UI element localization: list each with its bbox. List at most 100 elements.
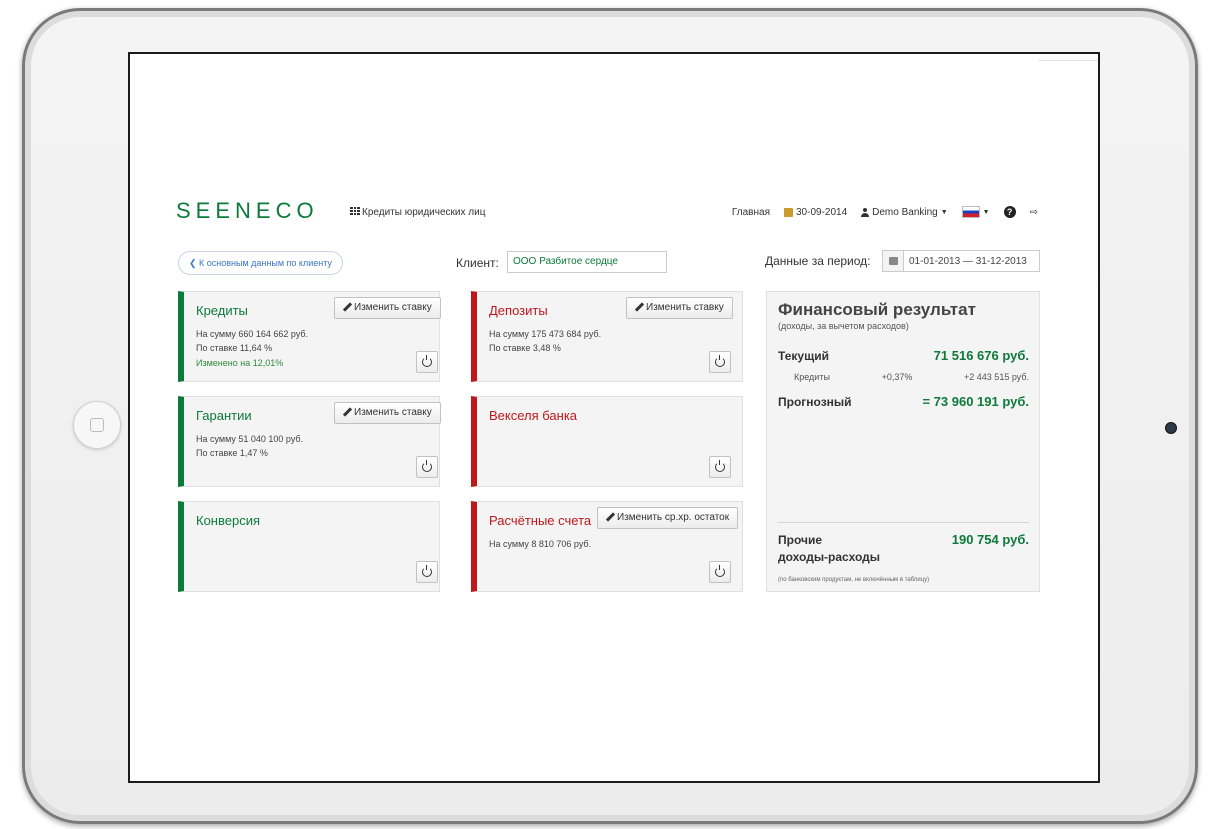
card-rate-changed: Изменено на 12,01% [196,358,284,368]
power-icon [715,355,725,367]
forecast-row: Прогнозный = 73 960 191 руб. [778,394,1029,409]
power-button[interactable] [416,456,438,478]
other-label: Прочие доходы-расходы [778,532,880,566]
financial-result-panel: Финансовый результат (доходы, за вычетом… [766,291,1040,592]
nav-language-menu[interactable]: ▼ [961,206,990,218]
nav-home[interactable]: Главная [732,207,770,218]
credits-breakdown-label: Кредиты [794,372,830,382]
edit-label: Изменить ставку [354,302,432,313]
other-value: 190 754 руб. [951,532,1029,547]
other-label-line1: Прочие [778,533,823,547]
nav-date-label: 30-09-2014 [795,206,848,218]
card-title: Кредиты [196,303,248,318]
nav-date[interactable]: 30-09-2014 [783,206,848,218]
nav-help[interactable]: ? [1003,206,1016,218]
other-row: Прочие доходы-расходы 190 754 руб. [778,532,1029,566]
caret-down-icon: ▼ [940,208,948,216]
power-icon [422,460,432,472]
logout-icon: ⇨ [1029,206,1038,218]
pencil-icon [343,408,351,416]
period-field[interactable]: 01-01-2013 — 31-12-2013 [882,250,1040,272]
home-square-icon [90,418,104,432]
credits-breakdown-pct: +0,37% [881,372,913,382]
section-link[interactable]: Кредиты юридических лиц [350,207,485,218]
current-value: 71 516 676 руб. [933,348,1029,363]
card-guarantees: Гарантии Изменить ставку На сумму 51 040… [178,396,441,487]
calendar-icon [888,257,898,265]
card-title: Гарантии [196,408,252,423]
power-button[interactable] [709,456,731,478]
chevron-left-icon: ❮ [189,258,200,268]
edit-balance-button[interactable]: Изменить ср.хр. остаток [597,507,739,529]
home-button[interactable] [73,401,121,449]
caret-down-icon: ▼ [982,208,990,216]
card-amount: На сумму 175 473 684 руб. [489,329,602,339]
card-amount: На сумму 660 164 662 руб. [196,329,309,339]
current-label: Текущий [778,349,829,363]
card-title: Векселя банка [489,408,578,423]
edit-label: Изменить ставку [646,302,724,313]
card-conversion: Конверсия [178,501,440,592]
forecast-label: Прогнозный [778,395,852,409]
power-icon [422,565,432,577]
top-nav: Главная 30-09-2014 Demo Banking ▼ ▼ ? ⇨ [732,206,1038,218]
power-icon [422,355,432,367]
card-rate: По ставке 3,48 % [489,343,561,353]
grid-icon [350,207,360,216]
client-label: Клиент: [456,256,499,270]
user-icon [861,207,870,217]
power-button[interactable] [709,351,731,373]
pencil-icon [635,303,643,311]
nav-logout[interactable]: ⇨ [1030,207,1038,218]
finance-divider [778,522,1029,523]
top-divider [1038,54,1098,61]
nav-user-label: Demo Banking [872,206,938,218]
card-rate: По ставке 1,47 % [196,448,268,458]
app-logo[interactable]: SEENECO [176,198,319,224]
back-to-client-button[interactable]: ❮ К основным данным по клиенту [178,251,343,275]
russia-flag-icon [961,206,980,218]
calendar-icon [783,207,793,217]
card-title: Расчётные счета [489,513,592,528]
power-button[interactable] [416,351,438,373]
edit-label: Изменить ср.хр. остаток [617,512,730,523]
nav-user-menu[interactable]: Demo Banking ▼ [861,207,948,218]
edit-rate-button[interactable]: Изменить ставку [334,297,441,319]
finance-subtitle: (доходы, за вычетом расходов) [778,321,909,331]
period-label: Данные за период: [765,254,871,268]
card-amount: На сумму 8 810 706 руб. [489,539,592,549]
card-bills: Векселя банка [471,396,743,487]
credits-breakdown-row: Кредиты +0,37% +2 443 515 руб. [778,372,1029,382]
card-deposits: Депозиты Изменить ставку На сумму 175 47… [471,291,743,382]
help-icon: ? [1003,206,1016,218]
current-row: Текущий 71 516 676 руб. [778,348,1029,363]
card-title: Депозиты [489,303,548,318]
credits-breakdown-value: +2 443 515 руб. [964,372,1029,382]
pencil-icon [343,303,351,311]
power-button[interactable] [709,561,731,583]
edit-label: Изменить ставку [354,407,432,418]
pencil-icon [606,513,614,521]
nav-home-label: Главная [731,206,770,218]
power-button[interactable] [416,561,438,583]
card-credits: Кредиты Изменить ставку На сумму 660 164… [178,291,441,382]
period-value: 01-01-2013 — 31-12-2013 [909,255,1027,267]
back-label: К основным данным по клиенту [199,258,332,268]
power-icon [715,565,725,577]
finance-footnote: (по банковским продуктам, не включённым … [778,577,930,583]
power-icon [715,460,725,472]
card-amount: На сумму 51 040 100 руб. [196,434,304,444]
card-accounts: Расчётные счета Изменить ср.хр. остаток … [471,501,743,592]
camera-dot [1165,422,1177,434]
app-screen: SEENECO Кредиты юридических лиц Главная … [128,52,1100,783]
finance-title: Финансовый результат [778,300,976,319]
edit-rate-button[interactable]: Изменить ставку [334,402,441,424]
card-rate: По ставке 11,64 % [196,343,273,353]
client-field[interactable]: ООО Разбитое сердце [507,251,667,273]
other-label-line2: доходы-расходы [778,550,880,564]
forecast-value: = 73 960 191 руб. [922,394,1029,409]
section-label: Кредиты юридических лиц [362,207,486,218]
period-calendar-button[interactable] [883,251,904,271]
card-title: Конверсия [196,513,261,528]
edit-rate-button[interactable]: Изменить ставку [626,297,733,319]
